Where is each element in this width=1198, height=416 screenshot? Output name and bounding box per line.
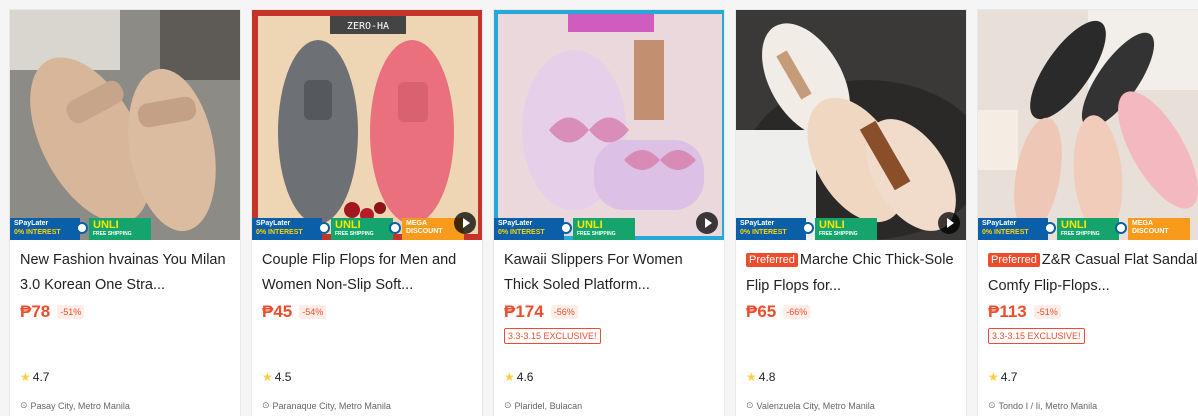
product-rating: ★ 4.6 xyxy=(504,370,534,384)
free-shipping-badge: UNLI FREE SHIPPING xyxy=(89,218,151,240)
product-card[interactable]: ZERO-HA SPayLater 0% INTEREST UNLI FREE SH… xyxy=(251,9,483,416)
product-title[interactable]: Kawaii Slippers For Women Thick Soled Pl… xyxy=(504,248,714,298)
product-card[interactable]: SPayLater 0% INTEREST UNLI FREE SHIPPING K… xyxy=(493,9,725,416)
exclusive-promo-badge: 3.3-3.15 EXCLUSIVE! xyxy=(504,328,601,344)
spaylater-badge: SPayLater 0% INTEREST xyxy=(252,218,322,240)
product-image[interactable]: SPayLater 0% INTEREST UNLI FREE SHIPPING M… xyxy=(978,10,1198,240)
product-grid: SPayLater 0% INTEREST UNLI FREE SHIPPING N… xyxy=(9,9,1198,416)
product-location: ⊙ Plaridel, Bulacan xyxy=(504,400,583,411)
spaylater-badge: SPayLater 0% INTEREST xyxy=(494,218,564,240)
product-card[interactable]: SPayLater 0% INTEREST UNLI FREE SHIPPING P… xyxy=(735,9,967,416)
free-shipping-badge: UNLI FREE SHIPPING xyxy=(815,218,877,240)
product-card[interactable]: SPayLater 0% INTEREST UNLI FREE SHIPPING N… xyxy=(9,9,241,416)
promo-banner: SPayLater 0% INTEREST UNLI FREE SHIPPING xyxy=(494,214,724,240)
star-icon: ★ xyxy=(988,370,999,384)
play-video-icon[interactable] xyxy=(454,212,476,234)
preferred-badge: Preferred xyxy=(988,253,1040,267)
badge-dot-icon xyxy=(318,222,330,234)
star-icon: ★ xyxy=(262,370,273,384)
location-pin-icon: ⊙ xyxy=(504,400,512,410)
mega-discount-badge: MEGA DISCOUNT xyxy=(1128,218,1190,240)
badge-dot-icon xyxy=(802,222,814,234)
promo-banner: SPayLater 0% INTEREST UNLI FREE SHIPPING xyxy=(10,214,240,240)
product-image[interactable]: SPayLater 0% INTEREST UNLI FREE SHIPPING xyxy=(494,10,724,240)
product-title[interactable]: New Fashion hvainas You Milan 3.0 Korean… xyxy=(20,248,230,298)
star-icon: ★ xyxy=(504,370,515,384)
spaylater-badge: SPayLater 0% INTEREST xyxy=(978,218,1048,240)
product-rating: ★ 4.8 xyxy=(746,370,776,384)
promo-banner: SPayLater 0% INTEREST UNLI FREE SHIPPING M… xyxy=(978,214,1198,240)
discount-badge: -51% xyxy=(57,305,85,319)
product-price: ₱65 xyxy=(746,302,777,321)
badge-dot-icon xyxy=(1044,222,1056,234)
promo-banner: SPayLater 0% INTEREST UNLI FREE SHIPPING xyxy=(736,214,966,240)
product-image[interactable]: SPayLater 0% INTEREST UNLI FREE SHIPPING xyxy=(736,10,966,240)
location-pin-icon: ⊙ xyxy=(262,400,270,410)
play-video-icon[interactable] xyxy=(938,212,960,234)
product-price: ₱78 xyxy=(20,302,51,321)
product-price: ₱174 xyxy=(504,302,544,321)
exclusive-promo-badge: 3.3-3.15 EXCLUSIVE! xyxy=(988,328,1085,344)
discount-badge: -56% xyxy=(550,305,578,319)
free-shipping-badge: UNLI FREE SHIPPING xyxy=(573,218,635,240)
discount-badge: -51% xyxy=(1033,305,1061,319)
badge-dot-icon xyxy=(1115,222,1127,234)
badge-dot-icon xyxy=(76,222,88,234)
product-image[interactable]: ZERO-HA SPayLater 0% INTEREST UNLI FREE SH… xyxy=(252,10,482,240)
play-video-icon[interactable] xyxy=(696,212,718,234)
star-icon: ★ xyxy=(20,370,31,384)
product-price: ₱113 xyxy=(988,302,1027,321)
product-title[interactable]: Preferred Marche Chic Thick-Sole Flip Flo… xyxy=(746,248,956,298)
product-image[interactable]: SPayLater 0% INTEREST UNLI FREE SHIPPING xyxy=(10,10,240,240)
product-location: ⊙ Pasay City, Metro Manila xyxy=(20,400,130,411)
spaylater-badge: SPayLater 0% INTEREST xyxy=(10,218,80,240)
star-icon: ★ xyxy=(746,370,757,384)
promo-banner: SPayLater 0% INTEREST UNLI FREE SHIPPING M… xyxy=(252,214,482,240)
svg-text:ZERO-HA: ZERO-HA xyxy=(347,21,389,32)
product-rating: ★ 4.5 xyxy=(262,370,292,384)
product-card[interactable]: SPayLater 0% INTEREST UNLI FREE SHIPPING M… xyxy=(977,9,1198,416)
product-rating: ★ 4.7 xyxy=(20,370,50,384)
discount-badge: -66% xyxy=(783,305,811,319)
free-shipping-badge: UNLI FREE SHIPPING xyxy=(1057,218,1119,240)
location-pin-icon: ⊙ xyxy=(746,400,754,410)
product-title[interactable]: Preferred Z&R Casual Flat Sandal Comfy Fl… xyxy=(988,248,1198,298)
location-pin-icon: ⊙ xyxy=(988,400,996,410)
discount-badge: -54% xyxy=(299,305,327,319)
product-location: ⊙ Valenzuela City, Metro Manila xyxy=(746,400,875,411)
badge-dot-icon xyxy=(389,222,401,234)
product-location: ⊙ Paranaque City, Metro Manila xyxy=(262,400,391,411)
spaylater-badge: SPayLater 0% INTEREST xyxy=(736,218,806,240)
preferred-badge: Preferred xyxy=(746,253,798,267)
product-title[interactable]: Couple Flip Flops for Men and Women Non-… xyxy=(262,248,472,298)
product-location: ⊙ Tondo I / Ii, Metro Manila xyxy=(988,400,1098,411)
free-shipping-badge: UNLI FREE SHIPPING xyxy=(331,218,393,240)
product-price: ₱45 xyxy=(262,302,293,321)
location-pin-icon: ⊙ xyxy=(20,400,28,410)
product-rating: ★ 4.7 xyxy=(988,370,1018,384)
badge-dot-icon xyxy=(560,222,572,234)
